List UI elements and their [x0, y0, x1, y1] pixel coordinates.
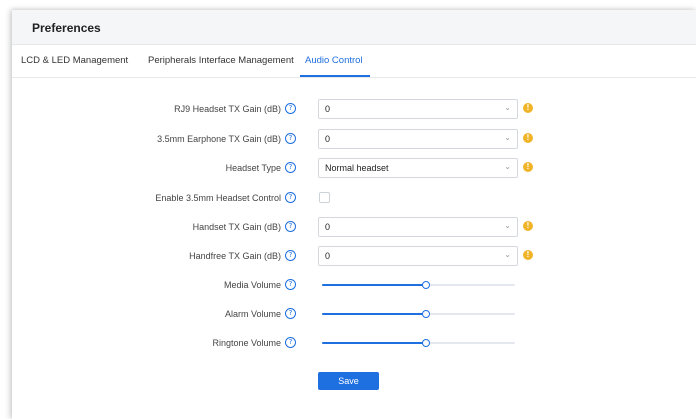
ringtone-volume-label: Ringtone Volume	[212, 337, 281, 348]
help-icon[interactable]: ?	[285, 162, 296, 173]
rj9-tx-gain-row: RJ9 Headset TX Gain (dB)? 0 ⌄ !	[12, 99, 696, 119]
help-icon[interactable]: ?	[285, 337, 296, 348]
slider-fill	[322, 342, 427, 344]
handset-tx-gain-row: Handset TX Gain (dB)? 0 ⌄ !	[12, 217, 696, 237]
slider-handle[interactable]	[422, 281, 431, 289]
chevron-down-icon: ⌄	[504, 103, 511, 112]
slider-handle[interactable]	[422, 310, 431, 318]
alarm-volume-label: Alarm Volume	[224, 308, 281, 319]
handset-tx-gain-value: 0	[325, 222, 331, 232]
help-icon[interactable]: ?	[285, 250, 296, 261]
handfree-tx-gain-value: 0	[325, 251, 331, 261]
earphone-tx-gain-value: 0	[325, 134, 331, 144]
help-icon[interactable]: ?	[285, 279, 296, 290]
headset-control-label: Enable 3.5mm Headset Control	[155, 192, 281, 203]
earphone-tx-gain-row: 3.5mm Earphone TX Gain (dB)? 0 ⌄ !	[12, 129, 696, 149]
save-button[interactable]: Save	[318, 372, 379, 390]
tab-lcd-led-management[interactable]: LCD & LED Management	[21, 55, 128, 66]
handfree-tx-gain-label: Handfree TX Gain (dB)	[189, 250, 281, 261]
handfree-tx-gain-select[interactable]: 0 ⌄	[318, 246, 518, 266]
help-icon[interactable]: ?	[285, 103, 296, 114]
earphone-tx-gain-select[interactable]: 0 ⌄	[318, 129, 518, 149]
active-tab-indicator	[300, 75, 370, 77]
warning-icon[interactable]: !	[523, 221, 533, 231]
rj9-tx-gain-select[interactable]: 0 ⌄	[318, 99, 518, 119]
help-icon[interactable]: ?	[285, 133, 296, 144]
tab-peripherals-interface-management[interactable]: Peripherals Interface Management	[148, 55, 294, 66]
chevron-down-icon: ⌄	[504, 162, 511, 171]
preferences-panel: Preferences LCD & LED Management Periphe…	[12, 10, 696, 419]
ringtone-volume-row: Ringtone Volume?	[12, 333, 696, 353]
headset-type-label: Headset Type	[225, 162, 281, 173]
tab-audio-control[interactable]: Audio Control	[305, 55, 363, 66]
headset-control-row: Enable 3.5mm Headset Control?	[12, 188, 696, 208]
warning-icon[interactable]: !	[523, 250, 533, 260]
tab-bar: LCD & LED Management Peripherals Interfa…	[12, 45, 696, 78]
ringtone-volume-slider[interactable]	[322, 339, 515, 347]
alarm-volume-slider[interactable]	[322, 310, 515, 318]
alarm-volume-row: Alarm Volume?	[12, 304, 696, 324]
headset-control-checkbox[interactable]	[319, 192, 330, 203]
headset-type-select[interactable]: Normal headset ⌄	[318, 158, 518, 178]
warning-icon[interactable]: !	[523, 133, 533, 143]
slider-handle[interactable]	[422, 339, 431, 347]
rj9-tx-gain-value: 0	[325, 104, 331, 114]
media-volume-label: Media Volume	[223, 279, 281, 290]
slider-fill	[322, 313, 427, 315]
chevron-down-icon: ⌄	[504, 133, 511, 142]
slider-fill	[322, 284, 427, 286]
help-icon[interactable]: ?	[285, 308, 296, 319]
panel-header: Preferences	[12, 10, 696, 45]
earphone-tx-gain-label: 3.5mm Earphone TX Gain (dB)	[157, 133, 281, 144]
rj9-tx-gain-label: RJ9 Headset TX Gain (dB)	[174, 103, 281, 114]
help-icon[interactable]: ?	[285, 192, 296, 203]
handset-tx-gain-label: Handset TX Gain (dB)	[192, 221, 281, 232]
help-icon[interactable]: ?	[285, 221, 296, 232]
media-volume-slider[interactable]	[322, 281, 515, 289]
warning-icon[interactable]: !	[523, 162, 533, 172]
headset-type-value: Normal headset	[325, 163, 389, 173]
warning-icon[interactable]: !	[523, 103, 533, 113]
handfree-tx-gain-row: Handfree TX Gain (dB)? 0 ⌄ !	[12, 246, 696, 266]
chevron-down-icon: ⌄	[504, 221, 511, 230]
handset-tx-gain-select[interactable]: 0 ⌄	[318, 217, 518, 237]
page-title: Preferences	[32, 21, 101, 35]
chevron-down-icon: ⌄	[504, 250, 511, 259]
headset-type-row: Headset Type? Normal headset ⌄ !	[12, 158, 696, 178]
media-volume-row: Media Volume?	[12, 275, 696, 295]
